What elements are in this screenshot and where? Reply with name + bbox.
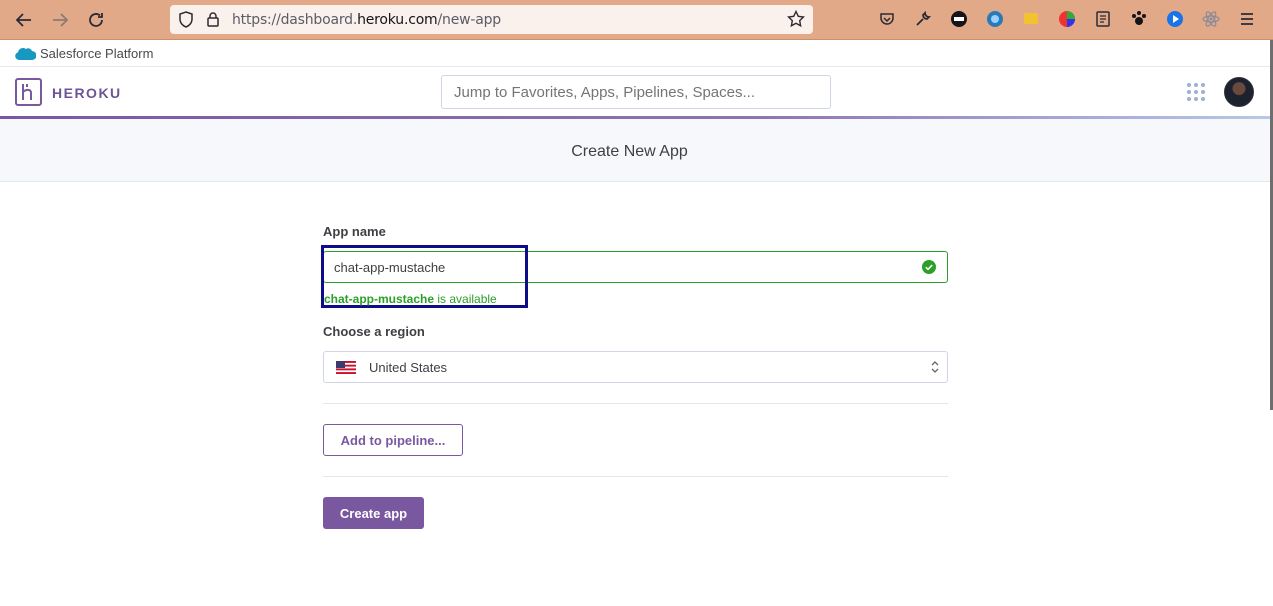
- availability-check-addon: [910, 251, 948, 283]
- address-bar[interactable]: https://dashboard.heroku.com/new-app: [170, 5, 813, 34]
- us-flag-icon: [336, 361, 356, 374]
- region-label: Choose a region: [323, 324, 425, 339]
- extension-notes-icon[interactable]: [1022, 10, 1040, 28]
- add-to-pipeline-button[interactable]: Add to pipeline...: [323, 424, 463, 456]
- reload-icon[interactable]: [84, 8, 108, 32]
- extension-play-icon[interactable]: [1166, 10, 1184, 28]
- react-devtools-icon[interactable]: [1202, 10, 1220, 28]
- region-select[interactable]: United States: [323, 351, 948, 383]
- search-input[interactable]: [441, 75, 831, 109]
- menu-hamburger-icon[interactable]: [1238, 10, 1256, 28]
- apps-grid-icon[interactable]: [1186, 82, 1206, 102]
- pocket-icon[interactable]: [878, 10, 896, 28]
- select-chevron-icon: [931, 361, 939, 373]
- app-name-label: App name: [323, 224, 386, 239]
- heroku-logo-text[interactable]: HEROKU: [52, 85, 122, 101]
- region-value: United States: [369, 360, 448, 375]
- extension-paw-icon[interactable]: [1130, 10, 1148, 28]
- wrench-icon[interactable]: [914, 10, 932, 28]
- heroku-header: HEROKU: [0, 67, 1273, 118]
- extension-color-icon[interactable]: [1058, 10, 1076, 28]
- forward-icon[interactable]: [48, 8, 72, 32]
- reader-icon[interactable]: [1094, 10, 1112, 28]
- heroku-logo-icon[interactable]: [15, 78, 42, 106]
- salesforce-platform-label[interactable]: Salesforce Platform: [40, 46, 153, 61]
- lock-icon[interactable]: [206, 11, 220, 28]
- page-header: Create New App: [0, 119, 1273, 182]
- back-icon[interactable]: [12, 8, 36, 32]
- page-title: Create New App: [571, 143, 688, 160]
- extension-globe-icon[interactable]: [986, 10, 1004, 28]
- extension-twd-icon[interactable]: [950, 10, 968, 28]
- shield-icon[interactable]: [178, 11, 194, 28]
- availability-message: chat-app-mustache is available: [324, 292, 497, 306]
- user-avatar[interactable]: [1224, 77, 1254, 107]
- browser-toolbar: https://dashboard.heroku.com/new-app: [0, 0, 1273, 40]
- salesforce-platform-bar: Salesforce Platform: [0, 40, 1273, 67]
- section-divider: [323, 476, 948, 477]
- section-divider: [323, 403, 948, 404]
- url-text: https://dashboard.heroku.com/new-app: [232, 12, 501, 28]
- check-circle-icon: [921, 260, 936, 274]
- create-app-button[interactable]: Create app: [323, 497, 424, 529]
- salesforce-cloud-icon: [15, 47, 36, 60]
- bookmark-star-icon[interactable]: [787, 10, 805, 28]
